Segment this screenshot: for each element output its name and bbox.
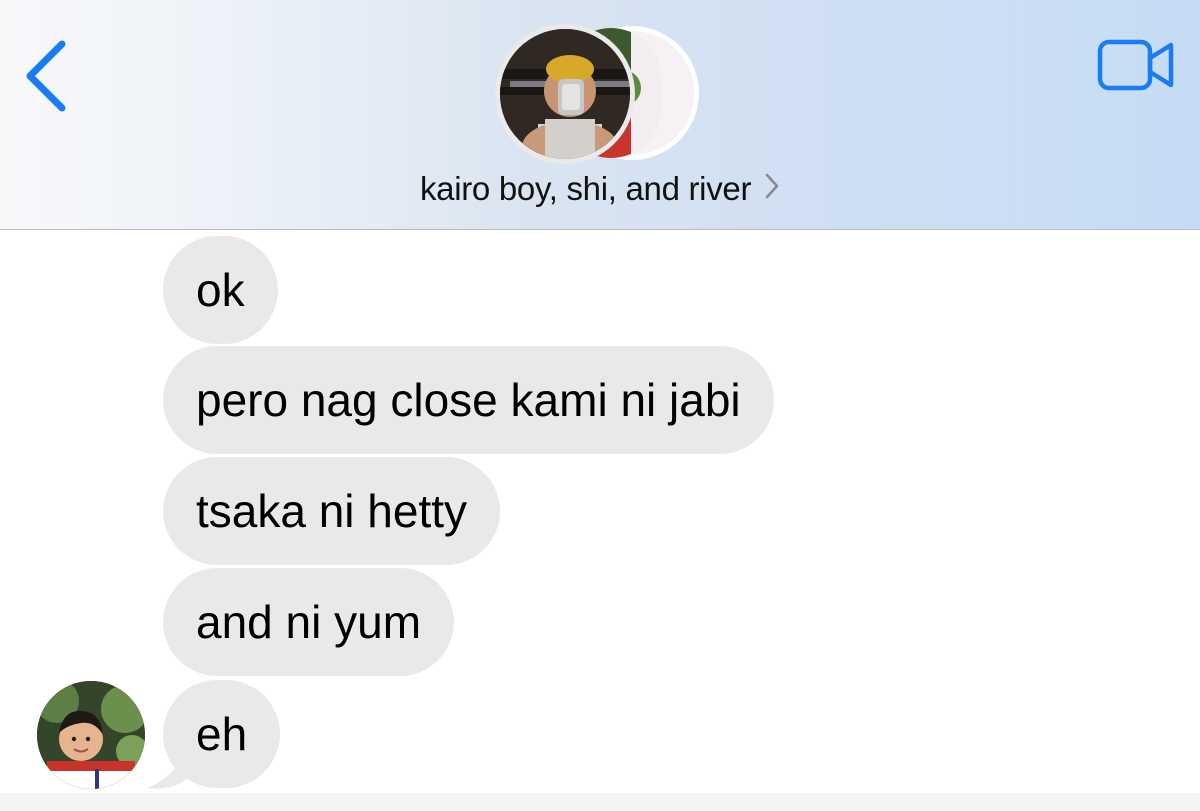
message-text: eh [196,708,248,760]
group-title-text: kairo boy, shi, and river [419,170,752,207]
group-avatar-stack[interactable] [495,24,705,164]
facetime-video-button[interactable] [1096,38,1176,94]
message-bubble[interactable]: tsaka ni hetty [163,457,501,565]
message-bubble[interactable]: ok [163,236,278,344]
group-title[interactable]: kairo boy, shi, and river [0,170,1200,208]
message-text: pero nag close kami ni jabi [196,374,741,426]
sender-avatar[interactable] [37,681,145,789]
group-avatar-1 [495,24,635,164]
message-bubble[interactable]: pero nag close kami ni jabi [163,346,774,454]
chevron-right-icon [764,170,780,208]
conversation-header: kairo boy, shi, and river [0,0,1200,230]
message-text: ok [196,264,245,316]
back-button[interactable] [20,36,80,116]
video-camera-icon [1097,39,1174,91]
message-bubble[interactable]: eh [163,680,281,788]
chevron-left-icon [26,40,66,112]
message-bubble[interactable]: and ni yum [163,568,455,676]
bottom-strip [0,793,1200,811]
message-text: and ni yum [196,596,422,648]
message-text: tsaka ni hetty [196,485,468,537]
